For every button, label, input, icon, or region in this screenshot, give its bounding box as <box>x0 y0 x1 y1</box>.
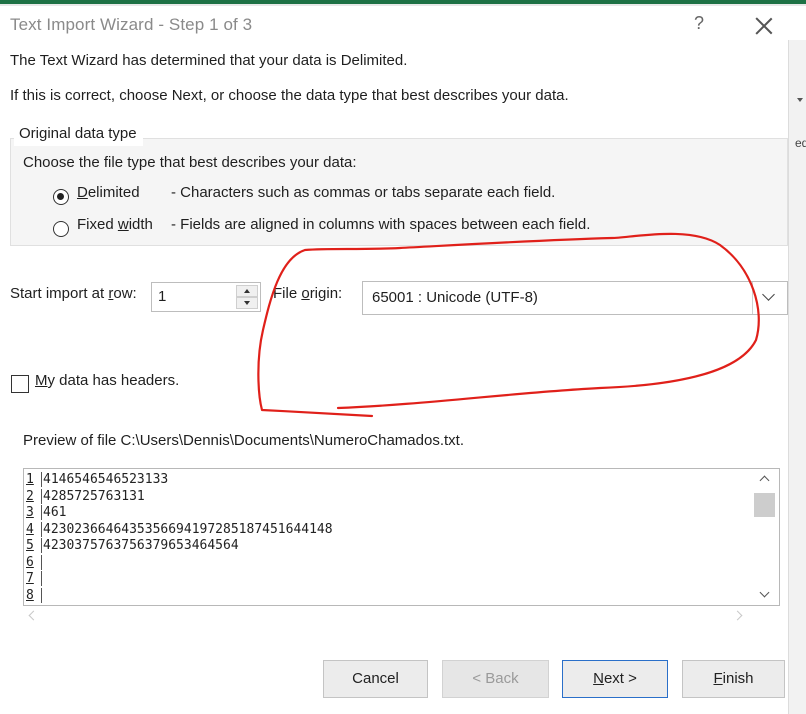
preview-row-number: 1 <box>26 472 34 487</box>
preview-row-number: 7 <box>26 571 34 586</box>
fixed-width-radio[interactable] <box>53 221 69 237</box>
stepper-buttons <box>236 285 258 309</box>
close-icon[interactable] <box>754 16 774 36</box>
file-origin-dropdown-button[interactable] <box>752 282 787 314</box>
preview-row-number: 8 <box>26 587 34 603</box>
preview-row-number: 5 <box>26 538 34 553</box>
file-preview-pane[interactable]: 1 4146546546523133 2 4285725763131 3 461 44… <box>23 468 780 606</box>
group-legend: Original data type <box>14 121 143 146</box>
preview-row-text: 4146546546523133 <box>41 472 169 487</box>
dropdown-arrow-icon <box>797 98 803 102</box>
help-button[interactable]: ? <box>694 13 704 34</box>
fixed-width-description: - Fields are aligned in columns with spa… <box>171 216 591 233</box>
preview-row-number: 2 <box>26 488 34 504</box>
preview-vertical-scrollbar[interactable] <box>752 469 778 605</box>
fixed-width-radio-label[interactable]: Fixed width <box>77 216 153 233</box>
preview-row: 8 <box>26 587 333 605</box>
intro-line-2: If this is correct, choose Next, or choo… <box>10 87 569 104</box>
preview-row: 4 4230236646435356694197285187451644148 <box>26 521 333 539</box>
background-excel-window: ed <box>788 40 806 714</box>
scroll-up-icon[interactable] <box>759 475 770 486</box>
intro-line-1: The Text Wizard has determined that your… <box>10 52 408 69</box>
preview-label: Preview of file C:\Users\Dennis\Document… <box>23 432 464 449</box>
preview-row: 7 <box>26 571 333 588</box>
text-import-wizard-dialog: Text Import Wizard - Step 1 of 3 ? <box>0 6 788 714</box>
stepper-up-button[interactable] <box>236 285 258 297</box>
file-type-prompt: Choose the file type that best describes… <box>23 154 357 171</box>
file-origin-label: File origin: <box>273 285 343 302</box>
delimited-radio[interactable] <box>53 189 69 205</box>
back-button[interactable]: < Back <box>442 660 549 698</box>
caret-up-icon <box>244 289 250 293</box>
preview-lines: 1 4146546546523133 2 4285725763131 3 461 44… <box>26 472 333 604</box>
preview-row-number: 4 <box>26 521 34 537</box>
preview-row: 6 <box>26 554 333 572</box>
preview-row: 2 4285725763131 <box>26 488 333 506</box>
caret-down-icon <box>244 301 250 305</box>
preview-row: 3 461 <box>26 505 333 522</box>
dialog-title: Text Import Wizard - Step 1 of 3 <box>10 15 253 34</box>
file-origin-select[interactable]: 65001 : Unicode (UTF-8) <box>362 281 788 315</box>
finish-button[interactable]: Finish <box>682 660 785 698</box>
next-button[interactable]: Next > <box>562 660 668 698</box>
stepper-down-button[interactable] <box>236 297 258 309</box>
scroll-thumb[interactable] <box>754 493 775 517</box>
preview-row-text: 4230236646435356694197285187451644148 <box>41 521 333 537</box>
preview-row-number: 6 <box>26 554 34 570</box>
preview-row-text <box>41 587 43 603</box>
preview-row-text: 461 <box>41 505 67 520</box>
my-data-has-headers-label[interactable]: My data has headers. <box>35 372 179 389</box>
start-import-label: Start import at row: <box>10 285 137 302</box>
my-data-has-headers-checkbox[interactable] <box>11 375 29 393</box>
preview-row-text <box>41 554 43 570</box>
delimited-description: - Characters such as commas or tabs sepa… <box>171 184 556 201</box>
preview-row-text: 4285725763131 <box>41 488 145 504</box>
preview-row-text <box>41 571 43 586</box>
preview-row-number: 3 <box>26 505 34 520</box>
start-import-row-stepper[interactable]: 1 <box>151 282 261 312</box>
start-row-value[interactable]: 1 <box>158 288 166 305</box>
cancel-button[interactable]: Cancel <box>323 660 428 698</box>
preview-row: 5 4230375763756379653464564 <box>26 538 333 555</box>
file-origin-value: 65001 : Unicode (UTF-8) <box>372 289 538 306</box>
delimited-radio-label[interactable]: Delimited <box>77 184 140 201</box>
background-text: ed <box>795 136 806 150</box>
scroll-down-icon[interactable] <box>759 587 770 598</box>
chevron-down-icon <box>762 288 775 301</box>
preview-row-text: 4230375763756379653464564 <box>41 538 239 553</box>
preview-row: 1 4146546546523133 <box>26 472 333 489</box>
